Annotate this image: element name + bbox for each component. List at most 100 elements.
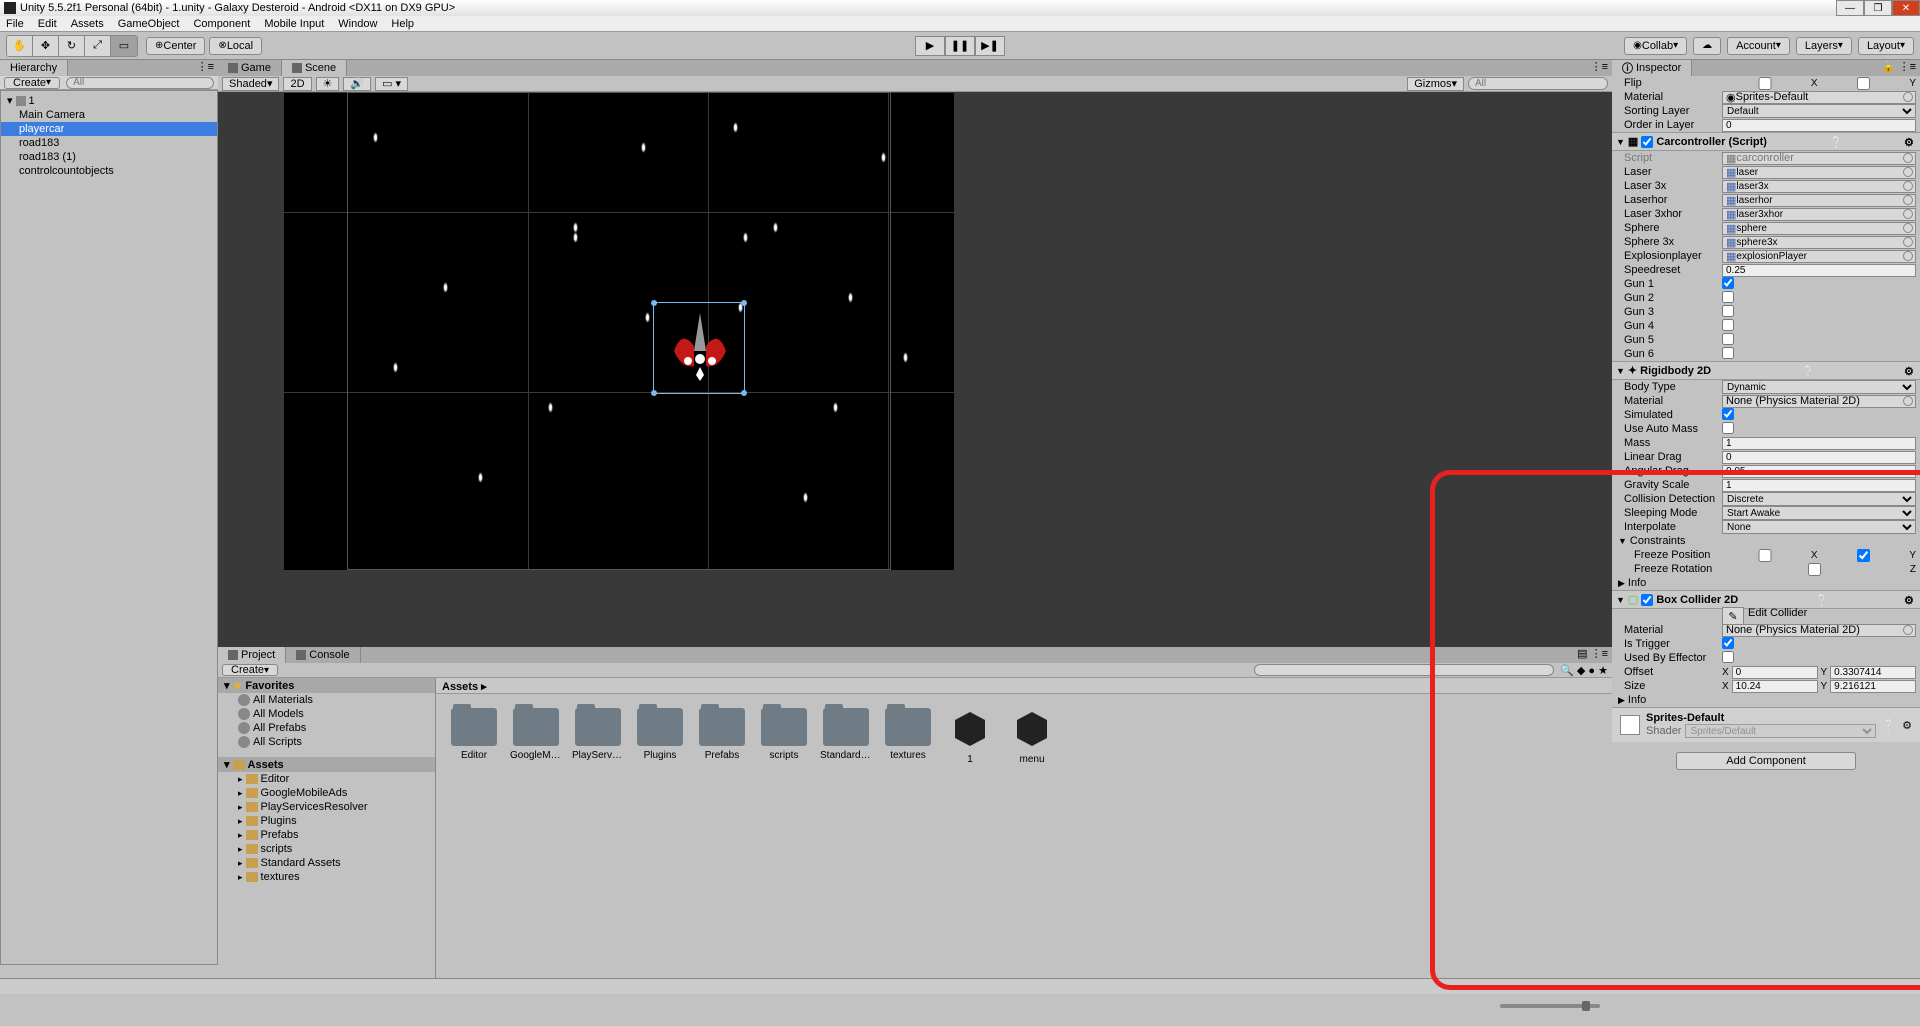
sorting-layer-dropdown[interactable]: Default — [1722, 104, 1916, 118]
project-tree-item[interactable]: ▸GoogleMobileAds — [218, 786, 435, 800]
object-picker-icon[interactable] — [1903, 237, 1913, 247]
object-field[interactable]: ▦ sphere — [1722, 222, 1916, 235]
offset-x-input[interactable] — [1732, 666, 1818, 679]
gravity-scale-input[interactable] — [1722, 479, 1916, 492]
object-field[interactable]: ▦ explosionPlayer — [1722, 250, 1916, 263]
edit-collider-button[interactable]: ✎ — [1722, 607, 1744, 625]
object-picker-icon[interactable] — [1903, 223, 1913, 233]
assets-tree-header[interactable]: ▾Assets — [218, 757, 435, 772]
selected-sprite-bounds[interactable] — [653, 302, 745, 394]
project-tree-item[interactable]: ▸Prefabs — [218, 828, 435, 842]
size-x-input[interactable] — [1732, 680, 1818, 693]
collider-material-field[interactable]: None (Physics Material 2D) — [1722, 624, 1916, 637]
object-picker-icon[interactable] — [1903, 251, 1913, 261]
object-field[interactable]: ▦ laser — [1722, 166, 1916, 179]
body-type-dropdown[interactable]: Dynamic — [1722, 380, 1916, 394]
simulated-checkbox[interactable] — [1722, 408, 1734, 420]
local-global-toggle[interactable]: ⊗ Local — [209, 37, 262, 55]
pause-button[interactable]: ❚❚ — [945, 36, 975, 56]
hierarchy-tab[interactable]: Hierarchy — [0, 60, 68, 76]
assets-breadcrumb[interactable]: Assets ▸ — [436, 678, 1612, 694]
gun-checkbox[interactable] — [1722, 333, 1734, 345]
size-y-input[interactable] — [1830, 680, 1916, 693]
help-icon[interactable]: ❔ — [1829, 136, 1841, 148]
hierarchy-search[interactable] — [66, 77, 214, 89]
menu-file[interactable]: File — [6, 18, 24, 30]
fav-item[interactable]: All Scripts — [218, 735, 435, 749]
cloud-button[interactable]: ☁ — [1693, 37, 1721, 55]
float-input[interactable] — [1722, 264, 1916, 277]
move-tool[interactable]: ✥ — [33, 36, 59, 56]
scene-tab[interactable]: Scene — [282, 60, 347, 76]
step-button[interactable]: ▶❚ — [975, 36, 1005, 56]
object-field[interactable]: ▦ laser3xhor — [1722, 208, 1916, 221]
asset-item[interactable]: Prefabs — [698, 708, 746, 765]
fav-item[interactable]: All Materials — [218, 693, 435, 707]
freeze-pos-x[interactable] — [1722, 549, 1808, 562]
asset-item[interactable]: scripts — [760, 708, 808, 765]
interpolate-dropdown[interactable]: None — [1722, 520, 1916, 534]
gun-checkbox[interactable] — [1722, 305, 1734, 317]
object-picker-icon[interactable] — [1903, 181, 1913, 191]
asset-item[interactable]: menu — [1008, 708, 1056, 765]
object-picker-icon[interactable] — [1903, 625, 1913, 635]
gear-icon[interactable]: ⚙ — [1904, 365, 1916, 377]
project-menu-icon[interactable]: ▤ ⋮≡ — [1573, 647, 1612, 663]
scene-menu-icon[interactable]: ⋮≡ — [1587, 60, 1612, 76]
menu-gameobject[interactable]: GameObject — [118, 18, 180, 30]
hierarchy-item-selected[interactable]: playercar — [1, 122, 217, 136]
asset-item[interactable]: Editor — [450, 708, 498, 765]
gun-checkbox[interactable] — [1722, 277, 1734, 289]
menu-mobileinput[interactable]: Mobile Input — [264, 18, 324, 30]
layers-dropdown[interactable]: Layers ▾ — [1796, 37, 1852, 55]
hierarchy-item[interactable]: road183 — [1, 136, 217, 150]
search-filter-icons[interactable]: 🔍 ◆ ● ★ — [1560, 664, 1608, 677]
inspector-lock-icon[interactable]: 🔒 ⋮≡ — [1878, 60, 1920, 76]
material-field[interactable]: ◉ Sprites-Default — [1722, 91, 1916, 104]
help-icon[interactable]: ❔ — [1882, 719, 1896, 732]
console-tab[interactable]: Console — [286, 647, 360, 663]
play-button[interactable]: ▶ — [915, 36, 945, 56]
object-picker-icon[interactable] — [1903, 209, 1913, 219]
menu-assets[interactable]: Assets — [71, 18, 104, 30]
favorites-header[interactable]: ▾★Favorites — [218, 678, 435, 693]
asset-item[interactable]: 1 — [946, 708, 994, 765]
scene-search[interactable] — [1468, 77, 1608, 90]
pivot-center-toggle[interactable]: ⊕ Center — [146, 37, 205, 55]
mass-input[interactable] — [1722, 437, 1916, 450]
project-tree-item[interactable]: ▸scripts — [218, 842, 435, 856]
rect-tool[interactable]: ▭ — [111, 36, 137, 56]
asset-item[interactable]: GoogleMobi... — [512, 708, 560, 765]
carcontroller-enabled[interactable] — [1641, 136, 1653, 148]
gizmos-dropdown[interactable]: Gizmos ▾ — [1407, 77, 1464, 91]
asset-item[interactable]: textures — [884, 708, 932, 765]
shading-mode-dropdown[interactable]: Shaded ▾ — [222, 77, 279, 91]
is-trigger-checkbox[interactable] — [1722, 637, 1734, 649]
asset-item[interactable]: Standard A... — [822, 708, 870, 765]
menu-edit[interactable]: Edit — [38, 18, 57, 30]
maximize-button[interactable]: ❐ — [1864, 0, 1892, 16]
project-tree-item[interactable]: ▸PlayServicesResolver — [218, 800, 435, 814]
hierarchy-item[interactable]: controlcountobjects — [1, 164, 217, 178]
object-picker-icon[interactable] — [1903, 396, 1913, 406]
2d-toggle[interactable]: 2D — [283, 77, 311, 91]
menu-component[interactable]: Component — [193, 18, 250, 30]
hand-tool[interactable]: ✋ — [7, 36, 33, 56]
offset-y-input[interactable] — [1830, 666, 1916, 679]
hierarchy-item[interactable]: road183 (1) — [1, 150, 217, 164]
project-tree-item[interactable]: ▸Standard Assets — [218, 856, 435, 870]
gun-checkbox[interactable] — [1722, 319, 1734, 331]
project-search[interactable] — [1254, 664, 1554, 676]
sleeping-mode-dropdown[interactable]: Start Awake — [1722, 506, 1916, 520]
material-preview-header[interactable]: Sprites-Default ShaderSprites/Default ❔⚙ — [1612, 707, 1920, 742]
project-tree-item[interactable]: ▸textures — [218, 870, 435, 884]
game-tab[interactable]: Game — [218, 60, 282, 76]
inspector-tab[interactable]: ⓘ Inspector — [1612, 60, 1692, 76]
rotate-tool[interactable]: ↻ — [59, 36, 85, 56]
collision-detection-dropdown[interactable]: Discrete — [1722, 492, 1916, 506]
project-tree-item[interactable]: ▸Plugins — [218, 814, 435, 828]
rb-material-field[interactable]: None (Physics Material 2D) — [1722, 395, 1916, 408]
freeze-pos-y[interactable] — [1821, 549, 1907, 562]
hierarchy-item[interactable]: Main Camera — [1, 108, 217, 122]
object-field[interactable]: ▦ sphere3x — [1722, 236, 1916, 249]
